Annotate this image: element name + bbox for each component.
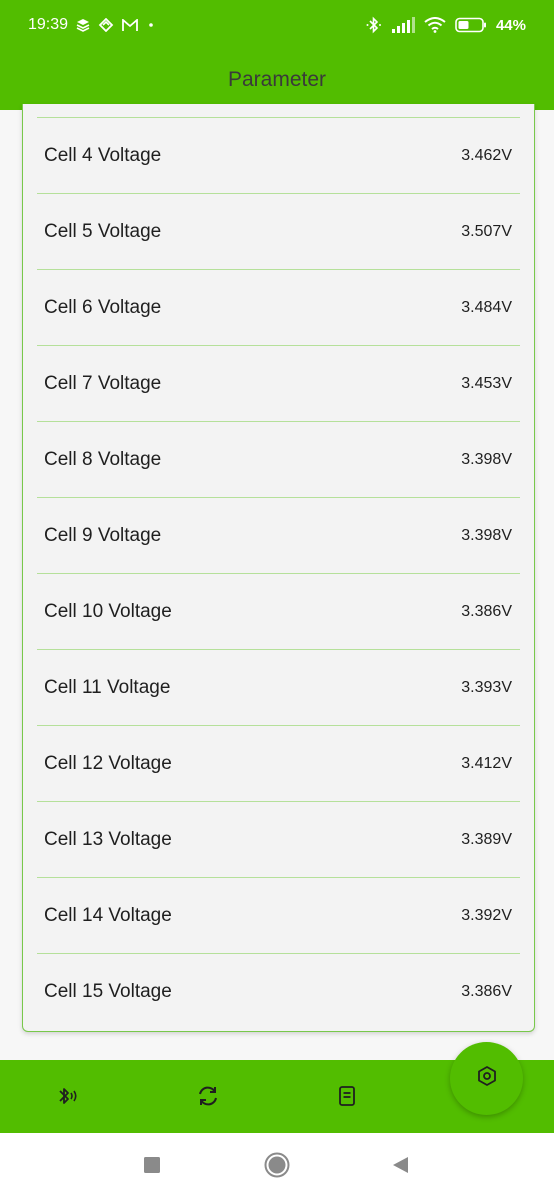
cell-voltage-label: Cell 5 Voltage xyxy=(44,221,162,242)
list-item[interactable]: Cell 14 Voltage 3.392V xyxy=(23,878,534,954)
settings-fab-button[interactable] xyxy=(450,1042,523,1115)
app-header: Parameter xyxy=(0,50,554,110)
list-item[interactable]: Cell 10 Voltage 3.386V xyxy=(23,574,534,650)
cell-voltage-value: 3.392V xyxy=(461,907,512,924)
list-item[interactable]: Cell 5 Voltage 3.507V xyxy=(23,194,534,270)
cell-voltage-label: Cell 13 Voltage xyxy=(44,829,172,850)
nav-bluetooth-button[interactable] xyxy=(50,1080,86,1116)
cell-voltage-value: 3.412V xyxy=(461,755,512,772)
cell-voltage-value: 3.484V xyxy=(461,299,512,316)
layers-icon xyxy=(76,18,90,32)
list-item[interactable]: Cell 13 Voltage 3.389V xyxy=(23,802,534,878)
cell-voltage-value: 3.389V xyxy=(461,831,512,848)
status-right: 44% xyxy=(366,16,526,34)
notification-dot-icon xyxy=(146,20,156,30)
cell-voltage-value: 3.398V xyxy=(461,527,512,544)
cell-voltage-value: 3.386V xyxy=(461,603,512,620)
list-item[interactable]: Cell 11 Voltage 3.393V xyxy=(23,650,534,726)
mobile-data-icon xyxy=(98,18,114,32)
cell-voltage-label: Cell 14 Voltage xyxy=(44,905,172,926)
cell-voltage-label: Cell 15 Voltage xyxy=(44,981,172,1002)
page-title: Parameter xyxy=(227,68,327,91)
system-navigation-bar xyxy=(0,1133,554,1200)
parameter-list-card: Cell 4 Voltage 3.462V Cell 5 Voltage 3.5… xyxy=(22,104,535,1032)
bluetooth-icon xyxy=(366,16,382,34)
back-button[interactable] xyxy=(386,1153,414,1181)
cell-voltage-label: Cell 6 Voltage xyxy=(44,297,162,318)
cell-voltage-label: Cell 12 Voltage xyxy=(44,753,172,774)
recents-icon xyxy=(143,1156,161,1179)
battery-icon xyxy=(455,17,487,33)
list-item[interactable]: Cell 12 Voltage 3.412V xyxy=(23,726,534,802)
list-item[interactable]: Cell 4 Voltage 3.462V xyxy=(23,118,534,194)
refresh-icon xyxy=(196,1084,220,1113)
cell-voltage-value: 3.393V xyxy=(461,679,512,696)
cell-voltage-value: 3.507V xyxy=(461,223,512,240)
settings-hexagon-icon xyxy=(476,1065,498,1092)
cell-voltage-label: Cell 11 Voltage xyxy=(44,677,171,698)
cell-voltage-label: Cell 7 Voltage xyxy=(44,373,162,394)
cell-voltage-value: 3.398V xyxy=(461,451,512,468)
cell-voltage-value: 3.386V xyxy=(461,983,512,1000)
home-button[interactable] xyxy=(263,1151,291,1184)
back-icon xyxy=(390,1155,410,1180)
status-bar: 19:39 44% xyxy=(0,0,554,50)
home-icon xyxy=(263,1151,291,1184)
gmail-icon xyxy=(122,18,138,32)
cell-voltage-value: 3.453V xyxy=(461,375,512,392)
list-item[interactable]: Cell 9 Voltage 3.398V xyxy=(23,498,534,574)
list-item[interactable]: Cell 7 Voltage 3.453V xyxy=(23,346,534,422)
cell-voltage-label: Cell 10 Voltage xyxy=(44,601,172,622)
bluetooth-scan-icon xyxy=(54,1084,82,1113)
status-time: 19:39 xyxy=(28,16,69,33)
recents-button[interactable] xyxy=(138,1153,166,1181)
list-item[interactable]: Cell 6 Voltage 3.484V xyxy=(23,270,534,346)
signal-icon xyxy=(391,17,415,33)
document-icon xyxy=(337,1085,357,1112)
nav-document-button[interactable] xyxy=(329,1080,365,1116)
list-item[interactable]: Cell 8 Voltage 3.398V xyxy=(23,422,534,498)
battery-percentage: 44% xyxy=(495,16,526,34)
nav-refresh-button[interactable] xyxy=(190,1080,226,1116)
cell-voltage-label: Cell 4 Voltage xyxy=(44,145,162,166)
cell-voltage-label: Cell 8 Voltage xyxy=(44,449,162,470)
cell-voltage-label: Cell 9 Voltage xyxy=(44,525,162,546)
wifi-icon xyxy=(424,17,446,33)
status-left: 19:39 xyxy=(28,16,156,34)
list-item[interactable]: Cell 15 Voltage 3.386V xyxy=(23,954,534,1030)
cell-voltage-value: 3.462V xyxy=(461,147,512,164)
